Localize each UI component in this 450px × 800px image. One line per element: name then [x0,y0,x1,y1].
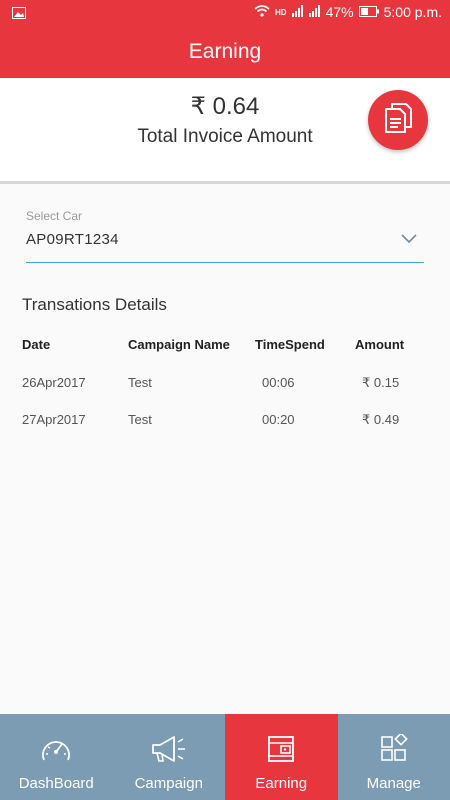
nav-label-manage: Manage [366,775,421,792]
column-header-timespend: TimeSpend [255,337,325,352]
chevron-down-icon[interactable] [400,232,418,250]
transactions-title: Transations Details [22,295,167,314]
nav-item-manage[interactable]: Manage [338,714,450,800]
nav-label-dashboard: DashBoard [18,775,94,792]
nav-item-earning[interactable]: Earning [225,714,338,800]
clock: 5:00 p.m. [383,4,442,20]
cell-timespend: 00:20 [262,412,295,427]
page-title: Earning [188,40,262,63]
cell-amount: ₹ 0.49 [362,412,400,427]
cell-campaign: Test [128,375,152,390]
column-header-amount: Amount [355,337,405,352]
wifi-icon [254,4,270,20]
battery-icon [358,4,379,20]
column-header-campaign: Campaign Name [128,337,230,352]
gallery-icon [12,6,26,22]
nav-item-campaign[interactable]: Campaign [113,714,226,800]
invoice-summary: ₹ 0.64 Total Invoice Amount [0,78,450,184]
cell-amount: ₹ 0.15 [362,375,400,390]
cell-date: 27Apr2017 [22,412,86,427]
speedometer-icon [0,734,113,764]
nav-item-dashboard[interactable]: DashBoard [0,714,113,800]
invoice-icon [384,102,412,138]
select-car-label: Select Car [26,209,83,223]
nav-label-earning: Earning [255,775,308,792]
bottom-navigation: DashBoard Campaign Earning Manage [0,714,450,800]
wallet-icon [225,734,338,764]
megaphone-icon [113,734,226,764]
cell-campaign: Test [128,412,152,427]
select-car-value[interactable]: AP09RT1234 [26,231,119,248]
nav-label-campaign: Campaign [134,775,203,792]
app-bar: Earning [0,26,450,78]
battery-percent: 47% [325,4,354,20]
invoice-button[interactable] [368,90,428,150]
status-bar: HD 47% 5:00 p.m. [0,0,450,26]
cell-timespend: 00:06 [262,375,295,390]
column-header-date: Date [22,337,51,352]
signal-icon [308,4,321,20]
hd-icon: HD [275,7,287,17]
select-car-underline [26,262,424,263]
grid-icon [338,734,450,764]
signal-icon [291,4,304,20]
cell-date: 26Apr2017 [22,375,86,390]
